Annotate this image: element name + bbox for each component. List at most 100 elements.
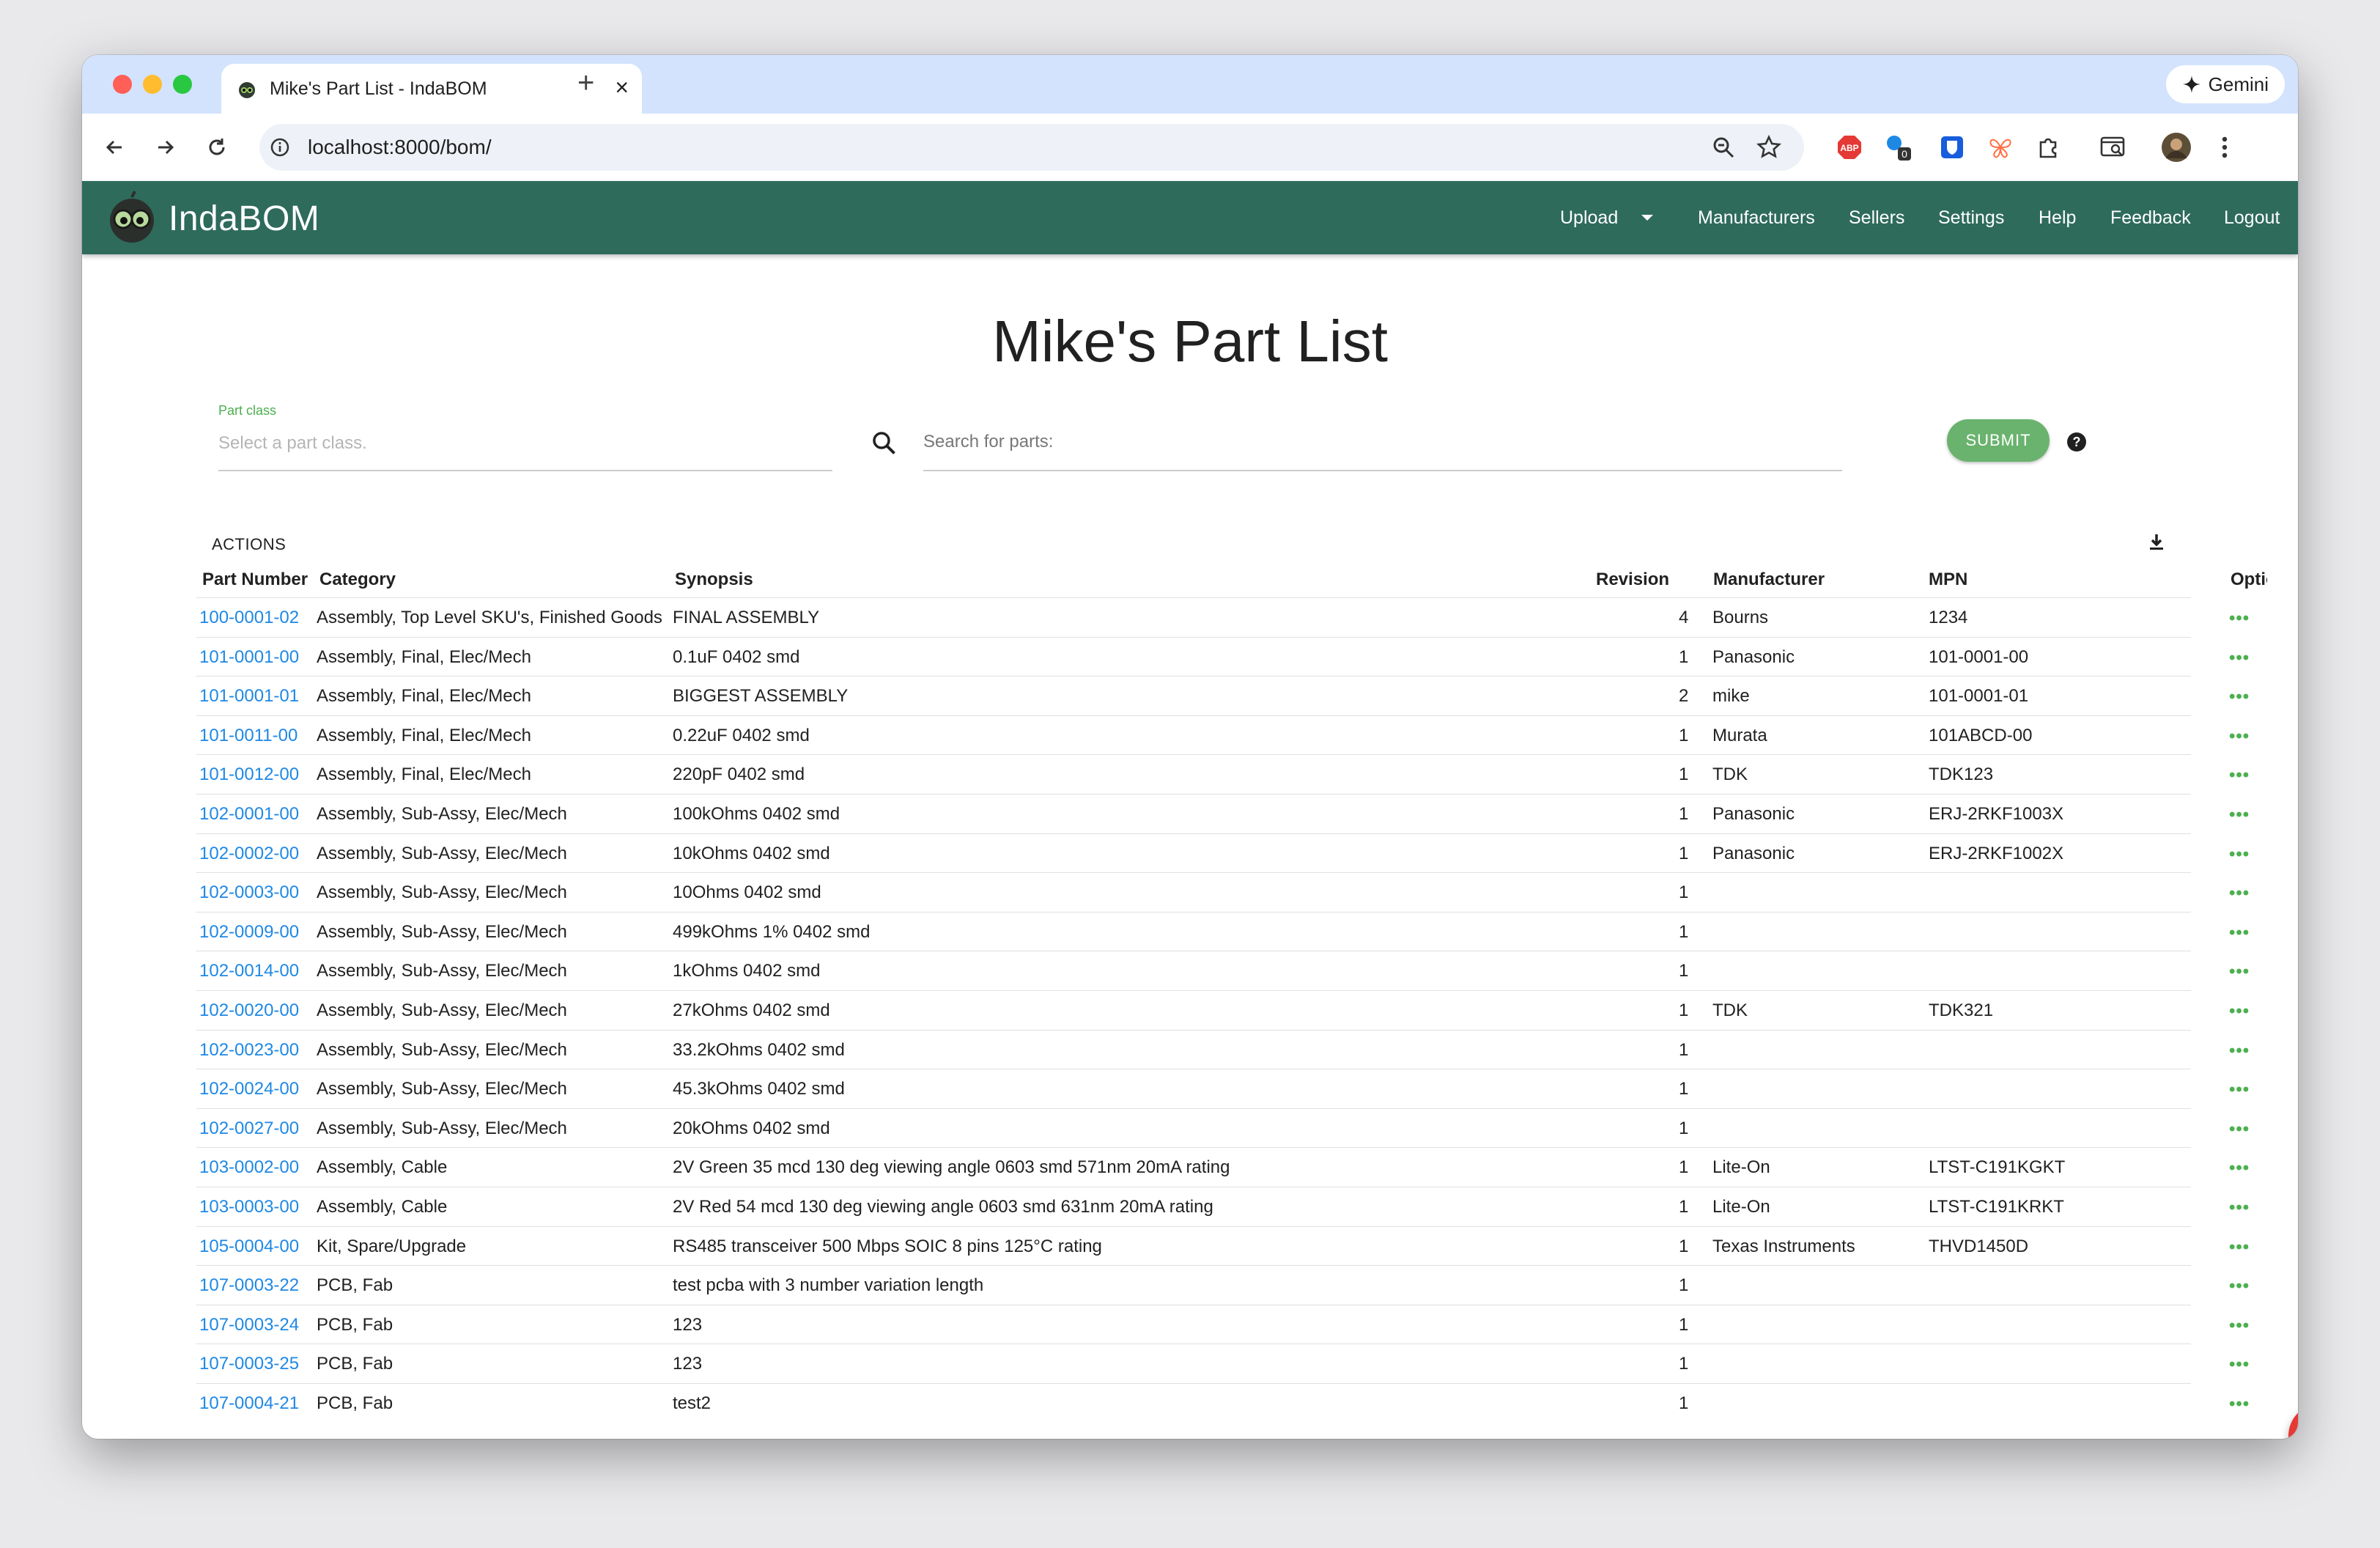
part-number-link[interactable]: 102-0003-00 (199, 882, 299, 903)
part-number-link[interactable]: 101-0001-01 (199, 686, 299, 707)
nav-sellers[interactable]: Sellers (1849, 207, 1904, 229)
part-number-link[interactable]: 102-0020-00 (199, 1000, 299, 1021)
part-number-link[interactable]: 102-0009-00 (199, 922, 299, 943)
part-number-link[interactable]: 103-0003-00 (199, 1197, 299, 1217)
revision-cell: 1 (1679, 1157, 1689, 1178)
browser-menu-button[interactable] (2206, 128, 2244, 166)
forward-button[interactable] (148, 130, 183, 165)
part-number-link[interactable]: 102-0024-00 (199, 1079, 299, 1099)
maximize-window-button[interactable] (173, 75, 192, 94)
synopsis-cell: 123 (673, 1314, 703, 1335)
part-number-link[interactable]: 102-0002-00 (199, 844, 299, 864)
row-options-icon[interactable]: ••• (2229, 648, 2250, 668)
part-number-link[interactable]: 107-0003-25 (199, 1354, 299, 1374)
tab-search-button[interactable] (2094, 128, 2132, 166)
new-tab-button[interactable]: + (577, 68, 594, 97)
submit-button[interactable]: SUBMIT (1947, 419, 2050, 462)
tab-close-icon[interactable]: × (615, 74, 629, 100)
brand-name[interactable]: IndaBOM (169, 199, 319, 239)
row-options-icon[interactable]: ••• (2229, 805, 2250, 825)
row-options-icon[interactable]: ••• (2229, 726, 2250, 747)
profile-avatar[interactable] (2157, 128, 2195, 166)
nav-logout[interactable]: Logout (2224, 207, 2280, 229)
browser-window: Mike's Part List - IndaBOM × + Gemini lo… (82, 55, 2298, 1439)
bitwarden-extension-icon[interactable] (1933, 128, 1971, 166)
revision-cell: 1 (1679, 1236, 1689, 1256)
col-revision[interactable]: Revision (1596, 570, 1669, 590)
upload-dropdown-icon[interactable] (1641, 215, 1653, 221)
synopsis-cell: 0.1uF 0402 smd (673, 646, 800, 667)
row-options-icon[interactable]: ••• (2229, 883, 2250, 904)
nav-settings[interactable]: Settings (1938, 207, 2004, 229)
zoom-icon[interactable] (1710, 134, 1737, 161)
site-info-icon[interactable] (270, 137, 290, 158)
col-mpn[interactable]: MPN (1929, 570, 1967, 590)
row-options-icon[interactable]: ••• (2229, 1198, 2250, 1218)
part-number-link[interactable]: 107-0004-21 (199, 1393, 299, 1414)
part-number-link[interactable]: 107-0003-24 (199, 1315, 299, 1335)
manufacturer-cell: TDK (1712, 764, 1748, 785)
col-synopsis[interactable]: Synopsis (675, 570, 753, 590)
reload-button[interactable] (199, 130, 234, 165)
table-row: 102-0020-00 Assembly, Sub-Assy, Elec/Mech… (196, 989, 2249, 1030)
nav-feedback[interactable]: Feedback (2110, 207, 2191, 229)
avatar-icon (2162, 133, 2191, 162)
row-options-icon[interactable]: ••• (2229, 1041, 2250, 1061)
synopsis-cell: 1kOhms 0402 smd (673, 961, 821, 981)
actions-menu[interactable]: ACTIONS (212, 535, 286, 554)
back-button[interactable] (97, 130, 132, 165)
row-options-icon[interactable]: ••• (2229, 962, 2250, 982)
col-category[interactable]: Category (319, 570, 396, 590)
indabom-logo-icon[interactable] (104, 190, 160, 246)
row-options-icon[interactable]: ••• (2229, 1394, 2250, 1415)
part-number-link[interactable]: 102-0027-00 (199, 1118, 299, 1139)
table-row: 107-0003-24 PCB, Fab 123 1 ••• (196, 1304, 2249, 1344)
row-options-icon[interactable]: ••• (2229, 1119, 2250, 1140)
part-number-link[interactable]: 101-0011-00 (199, 726, 298, 746)
row-options-icon[interactable]: ••• (2229, 1276, 2250, 1297)
row-options-icon[interactable]: ••• (2229, 1158, 2250, 1179)
row-options-icon[interactable]: ••• (2229, 844, 2250, 865)
part-number-link[interactable]: 105-0004-00 (199, 1236, 299, 1257)
category-cell: Assembly, Sub-Assy, Elec/Mech (317, 1000, 567, 1020)
part-number-link[interactable]: 102-0001-00 (199, 804, 299, 825)
nav-upload[interactable]: Upload (1560, 207, 1618, 229)
close-window-button[interactable] (113, 75, 132, 94)
butterfly-extension-icon[interactable] (1981, 128, 2019, 166)
part-number-link[interactable]: 101-0001-00 (199, 647, 299, 668)
row-options-icon[interactable]: ••• (2229, 923, 2250, 943)
row-options-icon[interactable]: ••• (2229, 1237, 2250, 1258)
col-part-number[interactable]: Part Number (202, 570, 308, 590)
nav-help[interactable]: Help (2039, 207, 2076, 229)
part-class-select[interactable]: Select a part class. (218, 433, 367, 454)
help-icon[interactable]: ? (2065, 430, 2088, 454)
download-icon[interactable] (2146, 531, 2168, 553)
nav-manufacturers[interactable]: Manufacturers (1698, 207, 1815, 229)
part-number-link[interactable]: 102-0023-00 (199, 1040, 299, 1061)
part-number-link[interactable]: 107-0003-22 (199, 1275, 299, 1296)
part-number-link[interactable]: 103-0002-00 (199, 1157, 299, 1178)
category-cell: PCB, Fab (317, 1314, 393, 1335)
address-bar[interactable]: localhost:8000/bom/ (259, 124, 1804, 171)
tab-strip: Mike's Part List - IndaBOM × + Gemini (82, 55, 2298, 114)
extensions-button[interactable] (2030, 128, 2068, 166)
col-manufacturer[interactable]: Manufacturer (1713, 570, 1825, 590)
row-options-icon[interactable]: ••• (2229, 608, 2250, 629)
part-number-link[interactable]: 101-0012-00 (199, 764, 299, 785)
table-row: 101-0001-01 Assembly, Final, Elec/Mech BIG… (196, 676, 2249, 715)
row-options-icon[interactable]: ••• (2229, 1001, 2250, 1022)
row-options-icon[interactable]: ••• (2229, 687, 2250, 707)
bookmark-star-icon[interactable] (1756, 134, 1782, 161)
counter-extension-icon[interactable]: 0 (1879, 128, 1917, 166)
part-number-link[interactable]: 102-0014-00 (199, 961, 299, 981)
part-number-link[interactable]: 100-0001-02 (199, 608, 299, 628)
gemini-button[interactable]: Gemini (2165, 65, 2285, 103)
adblock-extension-icon[interactable]: ABP (1830, 128, 1869, 166)
search-input[interactable]: Search for parts: (923, 432, 1053, 452)
minimize-window-button[interactable] (143, 75, 162, 94)
row-options-icon[interactable]: ••• (2229, 765, 2250, 786)
row-options-icon[interactable]: ••• (2229, 1080, 2250, 1100)
add-part-button[interactable]: + (2288, 1404, 2298, 1439)
row-options-icon[interactable]: ••• (2229, 1354, 2250, 1375)
row-options-icon[interactable]: ••• (2229, 1316, 2250, 1336)
